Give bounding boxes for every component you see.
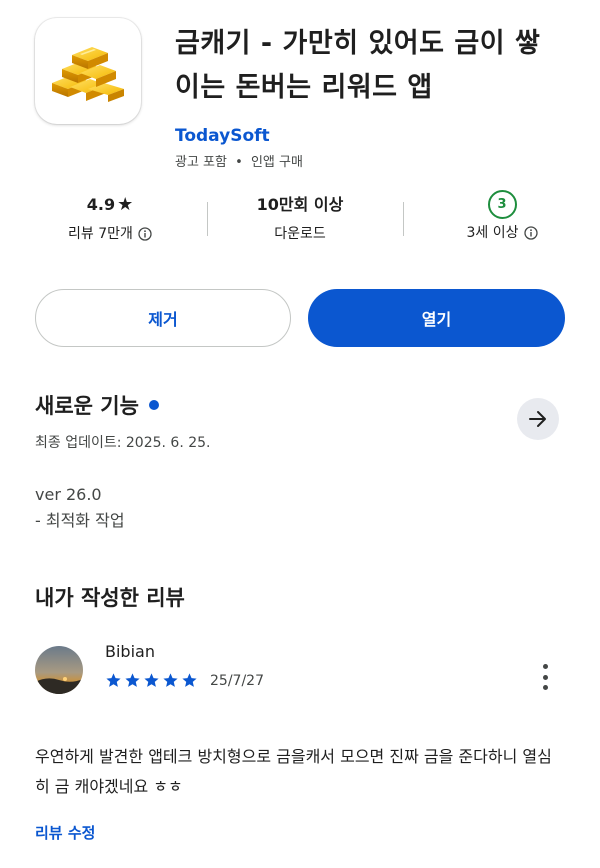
age-rating-label: 3세 이상	[466, 225, 519, 241]
dot	[542, 685, 548, 690]
downloads-value: 10만회 이상	[256, 195, 344, 214]
star-icon: ★	[117, 194, 134, 215]
stats-divider	[207, 202, 208, 236]
my-review-title: 내가 작성한 리뷰	[35, 586, 185, 610]
downloads-stat: 10만회 이상 다운로드	[225, 190, 375, 246]
uninstall-button[interactable]: 제거	[35, 289, 291, 347]
star-icon	[163, 673, 178, 687]
age-rating-badge: 3	[487, 190, 517, 219]
whats-new-title: 새로운 기능	[35, 394, 139, 418]
release-note-item: - 최적화 작업	[35, 511, 125, 530]
stats-divider	[403, 202, 404, 236]
review-date: 25/7/27	[210, 672, 264, 689]
contains-ads-label: 광고 포함	[175, 155, 227, 170]
downloads-label: 다운로드	[274, 226, 326, 242]
star-icon	[144, 673, 159, 687]
app-title: 금캐기 - 가만히 있어도 금이 쌓이는 돈버는 리워드 앱	[175, 28, 541, 103]
arrow-right-icon	[529, 411, 546, 427]
star-icon	[182, 673, 197, 687]
info-icon	[138, 227, 152, 241]
app-header: 금캐기 - 가만히 있어도 금이 쌓이는 돈버는 리워드 앱 TodaySoft…	[35, 18, 575, 170]
dot	[542, 664, 548, 669]
my-review-section: 내가 작성한 리뷰 Bibian 25/7/27 우연하게 발견한 앱테크 방치…	[35, 582, 565, 843]
app-icon[interactable]	[35, 18, 141, 124]
new-indicator-dot	[148, 400, 159, 410]
avatar	[35, 646, 83, 694]
more-options-button[interactable]	[533, 662, 557, 692]
release-notes: ver 26.0 - 최적화 작업	[35, 482, 565, 534]
whats-new-section: 새로운 기능 최종 업데이트: 2025. 6. 25. ver 26.0 - …	[35, 390, 565, 534]
release-version: ver 26.0	[35, 485, 102, 504]
reviewer-name: Bibian	[105, 642, 155, 661]
reviews-count: 리뷰 7만개	[68, 226, 133, 242]
in-app-purchase-label: 인앱 구매	[250, 155, 303, 170]
info-icon	[523, 226, 538, 240]
whats-new-title-row: 새로운 기능	[35, 390, 565, 420]
dot	[542, 674, 548, 680]
meta-separator: •	[235, 155, 243, 170]
stats-row: 4.9 ★ 리뷰 7만개 10만회 이상 다운로드 3 3세 이상	[35, 190, 565, 250]
content-rating-stat[interactable]: 3 3세 이상	[427, 190, 577, 245]
whats-new-more-button[interactable]	[517, 398, 559, 440]
open-button[interactable]: 열기	[308, 289, 565, 347]
rating-stat[interactable]: 4.9 ★ 리뷰 7만개	[35, 190, 185, 246]
app-meta: 광고 포함 • 인앱 구매	[175, 151, 303, 170]
star-icon	[125, 673, 140, 687]
review-text: 우연하게 발견한 앱테크 방치형으로 금을캐서 모으면 진짜 금을 준다하니 열…	[35, 747, 552, 796]
developer-link[interactable]: TodaySoft	[175, 126, 270, 146]
rating-value: 4.9	[86, 195, 116, 214]
review-rating: 25/7/27	[105, 672, 264, 689]
star-icon	[106, 673, 121, 687]
gold-bars-icon	[52, 47, 124, 102]
review-header: Bibian 25/7/27	[35, 642, 565, 702]
edit-review-link[interactable]: 리뷰 수정	[35, 822, 95, 843]
last-updated: 최종 업데이트: 2025. 6. 25.	[35, 435, 211, 451]
